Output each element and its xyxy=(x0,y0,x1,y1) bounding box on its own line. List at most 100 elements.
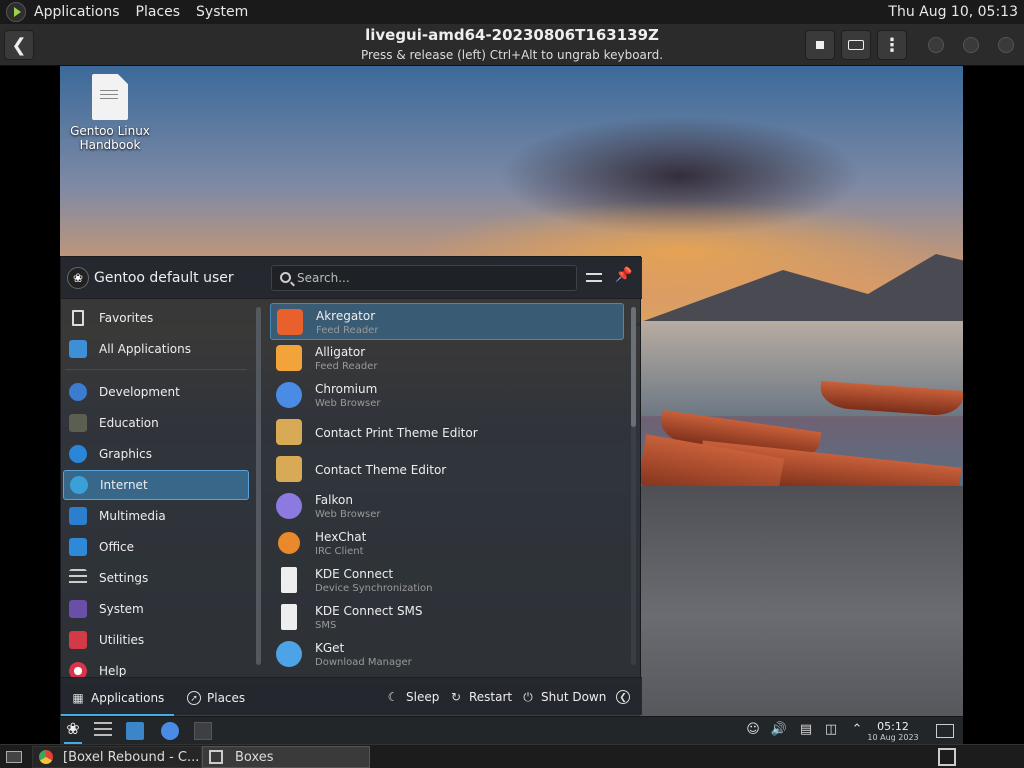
category-list: Favorites All Applications Development E… xyxy=(63,303,249,687)
search-box[interactable] xyxy=(271,265,577,291)
workspace-icon xyxy=(938,748,956,766)
tab-places[interactable]: ➚ Places xyxy=(187,686,245,710)
desktop-icon-handbook[interactable]: Gentoo Linux Handbook xyxy=(70,74,150,152)
file-manager-icon[interactable] xyxy=(126,722,144,740)
category-all-applications[interactable]: All Applications xyxy=(63,334,249,364)
show-desktop-button[interactable] xyxy=(0,746,26,768)
distro-logo-icon[interactable] xyxy=(6,2,26,22)
power-icon: ⏻ xyxy=(523,690,533,704)
app-item[interactable]: Chromium Web Browser xyxy=(270,377,624,414)
workspace-switcher[interactable] xyxy=(936,746,960,768)
task-boxes[interactable]: Boxes xyxy=(202,746,370,768)
shutdown-button[interactable]: ⏻ Shut Down xyxy=(521,690,606,704)
sleep-button[interactable]: ☾ Sleep xyxy=(386,690,440,704)
hexchat-icon xyxy=(276,530,302,556)
menu-system[interactable]: System xyxy=(196,4,248,20)
category-utilities[interactable]: Utilities xyxy=(63,625,249,655)
app-item[interactable]: HexChat IRC Client xyxy=(270,525,624,562)
app-name: HexChat xyxy=(315,530,367,544)
app-item[interactable]: Alligator Feed Reader xyxy=(270,340,624,377)
category-settings[interactable]: Settings xyxy=(63,563,249,593)
app-item[interactable]: Akregator Feed Reader xyxy=(270,303,624,340)
category-label: Settings xyxy=(99,571,149,585)
guest-taskbar: ❀ ☺ 🔊 ▤ ◫ ⌃ 05:12 10 Aug 2023 xyxy=(60,716,963,744)
category-system[interactable]: System xyxy=(63,594,249,624)
system-settings-icon[interactable] xyxy=(94,722,112,740)
category-internet[interactable]: Internet xyxy=(63,470,249,500)
guest-clock-date[interactable]: 10 Aug 2023 xyxy=(866,733,920,742)
app-name: Contact Print Theme Editor xyxy=(315,426,478,440)
tab-label: Places xyxy=(207,691,246,705)
network-icon[interactable]: ◫ xyxy=(822,722,840,740)
category-favorites[interactable]: Favorites xyxy=(63,303,249,333)
minimize-button[interactable] xyxy=(928,37,944,53)
theme-editor-icon xyxy=(276,419,302,445)
stop-button[interactable] xyxy=(805,30,835,60)
app-description: Download Manager xyxy=(315,657,412,668)
user-name: Gentoo default user xyxy=(94,270,234,286)
category-education[interactable]: Education xyxy=(63,408,249,438)
task-browser[interactable]: [Boxel Rebound - C... xyxy=(32,746,202,768)
category-development[interactable]: Development xyxy=(63,377,249,407)
menu-applications[interactable]: Applications xyxy=(34,4,120,20)
guest-display[interactable]: Gentoo Linux Handbook ❀ Gentoo default u… xyxy=(60,66,963,744)
leave-options-button[interactable]: ❮ xyxy=(616,690,636,704)
scrollbar-thumb[interactable] xyxy=(631,307,636,427)
volume-icon[interactable]: 🔊 xyxy=(770,722,788,740)
usb-device-icon[interactable]: ▤ xyxy=(797,722,815,740)
menu-button[interactable]: ⋮ xyxy=(877,30,907,60)
close-button[interactable] xyxy=(998,37,1014,53)
app-item[interactable]: Contact Print Theme Editor xyxy=(270,414,624,451)
restart-button[interactable]: ↻ Restart xyxy=(449,690,512,704)
sliders-icon-line xyxy=(586,280,602,282)
keyboard-icon xyxy=(848,40,864,50)
app-description: Web Browser xyxy=(315,398,381,409)
configure-button[interactable] xyxy=(585,269,603,287)
desktop-icon-label: Gentoo Linux Handbook xyxy=(70,124,150,152)
category-label: Internet xyxy=(100,478,148,492)
search-icon xyxy=(280,272,291,283)
app-name: Chromium xyxy=(315,382,378,396)
app-description: IRC Client xyxy=(315,546,364,557)
category-label: Utilities xyxy=(99,633,145,647)
tab-label: Applications xyxy=(91,691,165,705)
user-avatar[interactable]: ❀ xyxy=(67,267,89,289)
app-item[interactable]: KGet Download Manager xyxy=(270,636,624,673)
app-item[interactable]: Contact Theme Editor xyxy=(270,451,624,488)
application-scrollbar[interactable] xyxy=(631,307,636,665)
pin-button[interactable]: 📌 xyxy=(614,267,634,287)
rss-icon xyxy=(277,309,303,335)
app-description: Feed Reader xyxy=(316,325,379,336)
grid-icon xyxy=(69,340,87,358)
terminal-icon[interactable] xyxy=(194,722,212,740)
app-description: Feed Reader xyxy=(315,361,378,372)
category-scrollbar[interactable] xyxy=(256,307,261,665)
web-browser-icon[interactable] xyxy=(161,722,179,740)
launcher-button[interactable]: ❀ xyxy=(64,716,82,744)
host-clock[interactable]: Thu Aug 10, 05:13 xyxy=(888,4,1018,20)
guest-clock-time[interactable]: 05:12 xyxy=(870,720,916,733)
host-taskbar: [Boxel Rebound - C... Boxes xyxy=(0,744,1024,768)
menu-places[interactable]: Places xyxy=(136,4,181,20)
restart-icon: ↻ xyxy=(450,690,462,704)
tray-expand-chevron-icon[interactable]: ⌃ xyxy=(848,722,866,740)
search-input[interactable] xyxy=(297,268,567,288)
category-graphics[interactable]: Graphics xyxy=(63,439,249,469)
category-office[interactable]: Office xyxy=(63,532,249,562)
app-item[interactable]: Falkon Web Browser xyxy=(270,488,624,525)
show-desktop-icon[interactable] xyxy=(936,724,954,738)
grid-icon: ▦ xyxy=(72,691,84,705)
stop-icon xyxy=(816,41,824,49)
boxes-header-bar: ❮ livegui-amd64-20230806T163139Z Press &… xyxy=(0,24,1024,66)
separator xyxy=(65,369,247,370)
app-name: Alligator xyxy=(315,345,366,359)
development-icon xyxy=(69,383,87,401)
app-item[interactable]: KDE Connect SMS SMS xyxy=(270,599,624,636)
keyboard-button[interactable] xyxy=(841,30,871,60)
maximize-button[interactable] xyxy=(963,37,979,53)
category-multimedia[interactable]: Multimedia xyxy=(63,501,249,531)
tab-applications[interactable]: ▦ Applications xyxy=(60,686,175,717)
user-switcher-icon[interactable]: ☺ xyxy=(744,722,762,740)
app-item[interactable]: KDE Connect Device Synchronization xyxy=(270,562,624,599)
multimedia-icon xyxy=(69,507,87,525)
